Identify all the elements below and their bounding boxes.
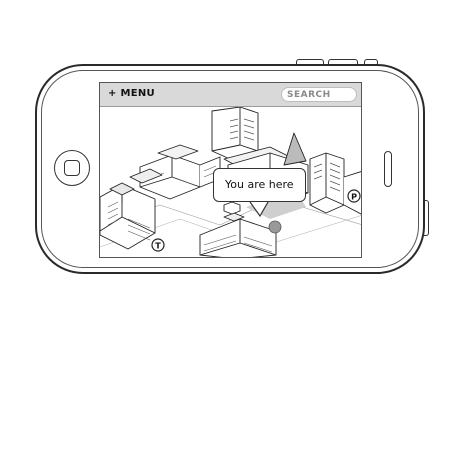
menu-button[interactable]: + MENU	[108, 88, 155, 99]
building-pyramid	[283, 132, 307, 166]
parking-marker[interactable]: P	[347, 189, 361, 203]
current-location-dot[interactable]	[268, 220, 282, 234]
transit-marker-label: T	[155, 242, 161, 251]
home-button-square-icon	[64, 160, 80, 176]
parking-marker-label: P	[351, 193, 357, 202]
building-right	[309, 152, 361, 215]
transit-marker[interactable]: T	[151, 238, 165, 252]
location-callout-text: You are here	[225, 178, 294, 191]
building-left	[100, 182, 156, 250]
navigation-bar: + MENU	[100, 83, 361, 107]
search-input[interactable]	[281, 87, 357, 102]
earpiece-speaker	[384, 151, 392, 187]
building-small	[223, 201, 241, 215]
building-left-center	[129, 144, 221, 200]
building-bottom	[199, 212, 277, 257]
app-screen: + MENU SEARCH T P You are here	[99, 82, 362, 258]
